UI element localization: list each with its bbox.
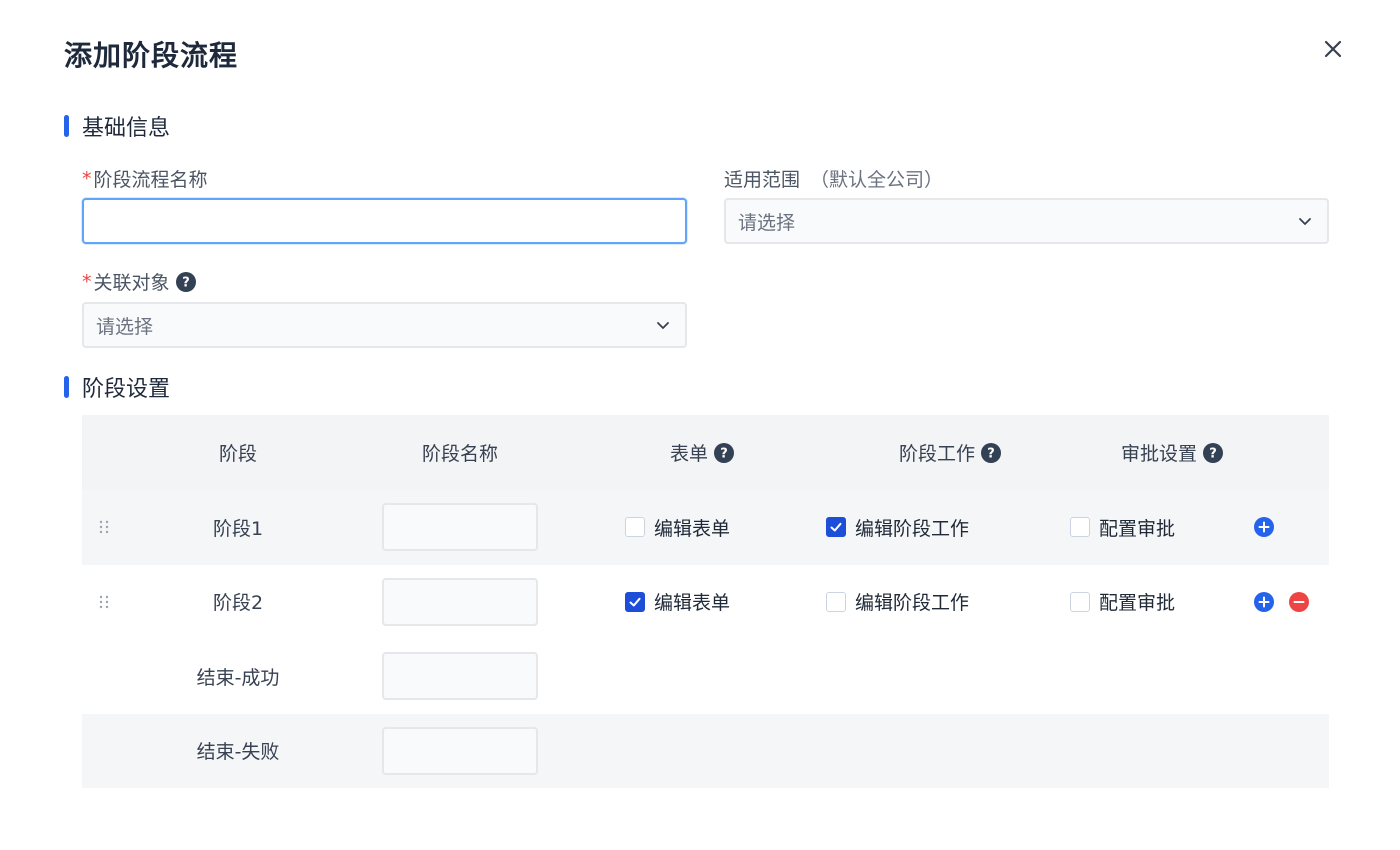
table-row: 结束-成功 xyxy=(82,639,1329,714)
config-approval-label: 配置审批 xyxy=(1099,592,1176,615)
header-form-text: 表单 xyxy=(669,443,708,465)
minus-circle-icon xyxy=(1289,591,1309,612)
scope-label-text: 适用范围 xyxy=(724,169,801,191)
close-button[interactable] xyxy=(1320,36,1346,62)
stage-name-input[interactable] xyxy=(382,652,538,700)
add-stage-button[interactable] xyxy=(1254,591,1274,612)
checkbox-unchecked xyxy=(1070,517,1090,538)
checkbox-unchecked xyxy=(1070,591,1090,612)
edit-stage-work-label: 编辑阶段工作 xyxy=(855,517,970,540)
edit-stage-work-label: 编辑阶段工作 xyxy=(855,592,970,615)
stage-name-input[interactable] xyxy=(382,503,538,551)
add-stage-button[interactable] xyxy=(1254,517,1274,537)
scope-select[interactable]: 请选择 xyxy=(724,198,1329,244)
edit-stage-work-checkbox[interactable]: 编辑阶段工作 xyxy=(826,490,969,565)
close-icon xyxy=(1324,40,1342,58)
table-row: 阶段2 编辑表单 编辑阶段工作 配置审批 xyxy=(82,565,1329,640)
modal-title: 添加阶段流程 xyxy=(64,39,239,72)
header-stage-work: 阶段工作 ? xyxy=(820,415,1080,490)
stage-label: 阶段1 xyxy=(212,517,264,540)
stage-label: 阶段2 xyxy=(212,592,264,615)
header-form: 表单 ? xyxy=(602,415,802,490)
checkbox-checked xyxy=(625,591,645,612)
stage-name-input[interactable] xyxy=(382,726,538,775)
section-marker xyxy=(64,115,69,137)
edit-stage-work-checkbox[interactable]: 编辑阶段工作 xyxy=(826,565,969,640)
section-basic-title: 基础信息 xyxy=(82,116,171,141)
section-basic-info: 基础信息 xyxy=(64,110,170,142)
required-mark: * xyxy=(82,270,92,293)
scope-hint: （默认全公司） xyxy=(810,169,944,191)
svg-text:?: ? xyxy=(720,446,728,461)
svg-text:?: ? xyxy=(987,446,995,461)
help-icon[interactable]: ? xyxy=(981,442,1001,463)
checkbox-unchecked xyxy=(826,591,846,612)
scope-label: 适用范围 （默认全公司） xyxy=(724,165,943,192)
config-approval-label: 配置审批 xyxy=(1099,517,1176,540)
header-stage-name: 阶段名称 xyxy=(421,443,498,465)
checkbox-checked xyxy=(826,517,846,538)
chevron-down-icon xyxy=(1299,218,1311,225)
plus-circle-icon xyxy=(1254,591,1274,612)
help-icon[interactable]: ? xyxy=(714,442,734,463)
drag-handle[interactable] xyxy=(96,490,112,565)
header-stage: 阶段 xyxy=(218,443,257,465)
stage-flow-name-label: * 阶段流程名称 xyxy=(82,165,208,192)
drag-handle-icon xyxy=(99,521,109,534)
table-header: 阶段 阶段名称 表单 ? 阶段工作 ? 审批设置 ? xyxy=(82,415,1329,490)
required-mark: * xyxy=(82,167,92,190)
edit-form-checkbox[interactable]: 编辑表单 xyxy=(625,565,730,640)
scope-select-placeholder: 请选择 xyxy=(738,211,796,234)
section-stages-title: 阶段设置 xyxy=(82,377,171,402)
edit-form-label: 编辑表单 xyxy=(654,592,731,615)
plus-circle-icon xyxy=(1254,517,1274,537)
check-icon xyxy=(629,597,641,607)
header-approval: 审批设置 ? xyxy=(1052,415,1292,490)
header-approval-text: 审批设置 xyxy=(1120,443,1197,465)
config-approval-checkbox[interactable]: 配置审批 xyxy=(1070,565,1175,640)
edit-form-checkbox[interactable]: 编辑表单 xyxy=(625,490,730,565)
related-object-select[interactable]: 请选择 xyxy=(82,302,687,348)
help-icon[interactable]: ? xyxy=(1203,442,1223,463)
chevron-down-icon xyxy=(657,322,669,329)
stage-flow-name-input[interactable] xyxy=(82,198,687,244)
table-row: 阶段1 编辑表单 编辑阶段工作 配置审批 xyxy=(82,490,1329,565)
section-stage-settings: 阶段设置 xyxy=(64,371,170,403)
remove-stage-button[interactable] xyxy=(1289,591,1309,612)
svg-text:?: ? xyxy=(1209,446,1217,461)
checkbox-unchecked xyxy=(625,517,645,538)
related-object-label: * 关联对象 ? xyxy=(82,268,196,295)
check-icon xyxy=(830,523,842,532)
edit-form-label: 编辑表单 xyxy=(654,517,731,540)
related-object-select-placeholder: 请选择 xyxy=(96,315,154,338)
related-object-label-text: 关联对象 xyxy=(93,272,170,294)
header-stage-work-text: 阶段工作 xyxy=(898,443,975,465)
section-marker xyxy=(64,376,69,398)
drag-handle-icon xyxy=(99,595,109,608)
config-approval-checkbox[interactable]: 配置审批 xyxy=(1070,490,1175,565)
stage-label: 结束-成功 xyxy=(196,666,280,689)
stage-label: 结束-失败 xyxy=(196,741,280,764)
stage-flow-name-label-text: 阶段流程名称 xyxy=(93,169,208,191)
drag-handle[interactable] xyxy=(96,565,112,640)
table-row: 结束-失败 xyxy=(82,713,1329,788)
help-icon[interactable]: ? xyxy=(175,271,196,292)
svg-text:?: ? xyxy=(182,275,190,290)
stage-name-input[interactable] xyxy=(382,577,538,626)
stage-table: 阶段 阶段名称 表单 ? 阶段工作 ? 审批设置 ? 阶段1 编辑表单 编辑阶段… xyxy=(82,415,1329,788)
